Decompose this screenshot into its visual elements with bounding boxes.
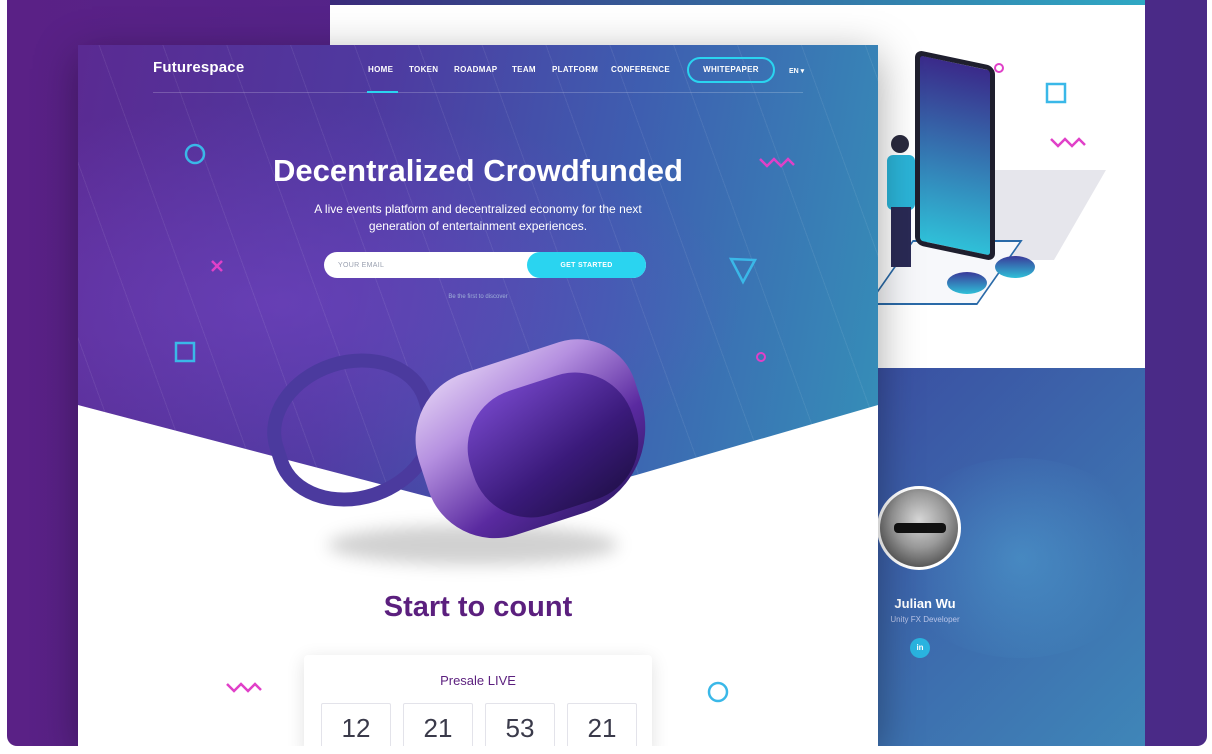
wave-decoration-icon [226, 682, 262, 693]
countdown-days: 12 [321, 703, 391, 746]
cross-decoration-icon [211, 260, 223, 272]
email-input[interactable] [338, 252, 518, 278]
nav-item-conference[interactable]: CONFERENCE [611, 65, 670, 74]
vr-headset-image [248, 323, 669, 565]
circle-decoration-icon [756, 352, 766, 362]
person-body [887, 155, 915, 210]
nav-item-platform[interactable]: PLATFORM [552, 65, 598, 74]
wave-decoration-icon [1050, 137, 1086, 148]
square-decoration-icon [174, 341, 196, 363]
countdown-minutes: 53 [485, 703, 555, 746]
avatar-glasses [894, 523, 946, 533]
nav-item-team[interactable]: TEAM [512, 65, 536, 74]
whitepaper-button[interactable]: WHITEPAPER [687, 57, 775, 83]
showcase-card: Julian Wu Unity FX Developer in Futuresp… [7, 0, 1207, 746]
language-selector[interactable]: EN ▾ [789, 67, 804, 75]
showcase-stage: Julian Wu Unity FX Developer in Futuresp… [0, 0, 1212, 754]
presale-counter-card: Presale LIVE 12 21 53 21 [304, 655, 652, 746]
count-section-title: Start to count [383, 591, 573, 623]
square-decoration-icon [1045, 82, 1067, 104]
back-page-top-strip [330, 0, 1145, 5]
nav-divider [153, 92, 803, 93]
wave-decoration-icon [759, 157, 795, 168]
signup-form: GET STARTED [324, 252, 646, 278]
isometric-person-illustration [885, 135, 915, 275]
nav-item-token[interactable]: TOKEN [409, 65, 438, 74]
get-started-button[interactable]: GET STARTED [527, 252, 646, 278]
nav-item-roadmap[interactable]: ROADMAP [454, 65, 497, 74]
hero-subtitle: A live events platform and decentralized… [314, 202, 642, 233]
front-page-preview: Futurespace HOME TOKEN ROADMAP TEAM PLAT… [78, 45, 878, 746]
countdown-seconds: 21 [567, 703, 637, 746]
nav-active-indicator [367, 91, 398, 93]
person-legs [891, 207, 911, 267]
triangle-decoration-icon [728, 257, 758, 285]
circle-decoration-icon [994, 63, 1004, 73]
isometric-phone-illustration [915, 49, 995, 262]
brand-logo[interactable]: Futurespace [153, 59, 244, 76]
signup-note: Be the first to discover [448, 294, 508, 300]
presale-label: Presale LIVE [440, 673, 516, 688]
countdown-hours: 21 [403, 703, 473, 746]
team-member-avatar [877, 486, 961, 570]
linkedin-icon[interactable]: in [910, 638, 930, 658]
coin-stack-icon [947, 272, 987, 294]
person-head [891, 135, 909, 153]
team-member-name: Julian Wu [894, 596, 956, 611]
circle-decoration-icon [184, 143, 206, 165]
circle-decoration-icon [707, 681, 729, 703]
coin-stack-icon [995, 256, 1035, 278]
nav-item-home[interactable]: HOME [368, 65, 393, 74]
